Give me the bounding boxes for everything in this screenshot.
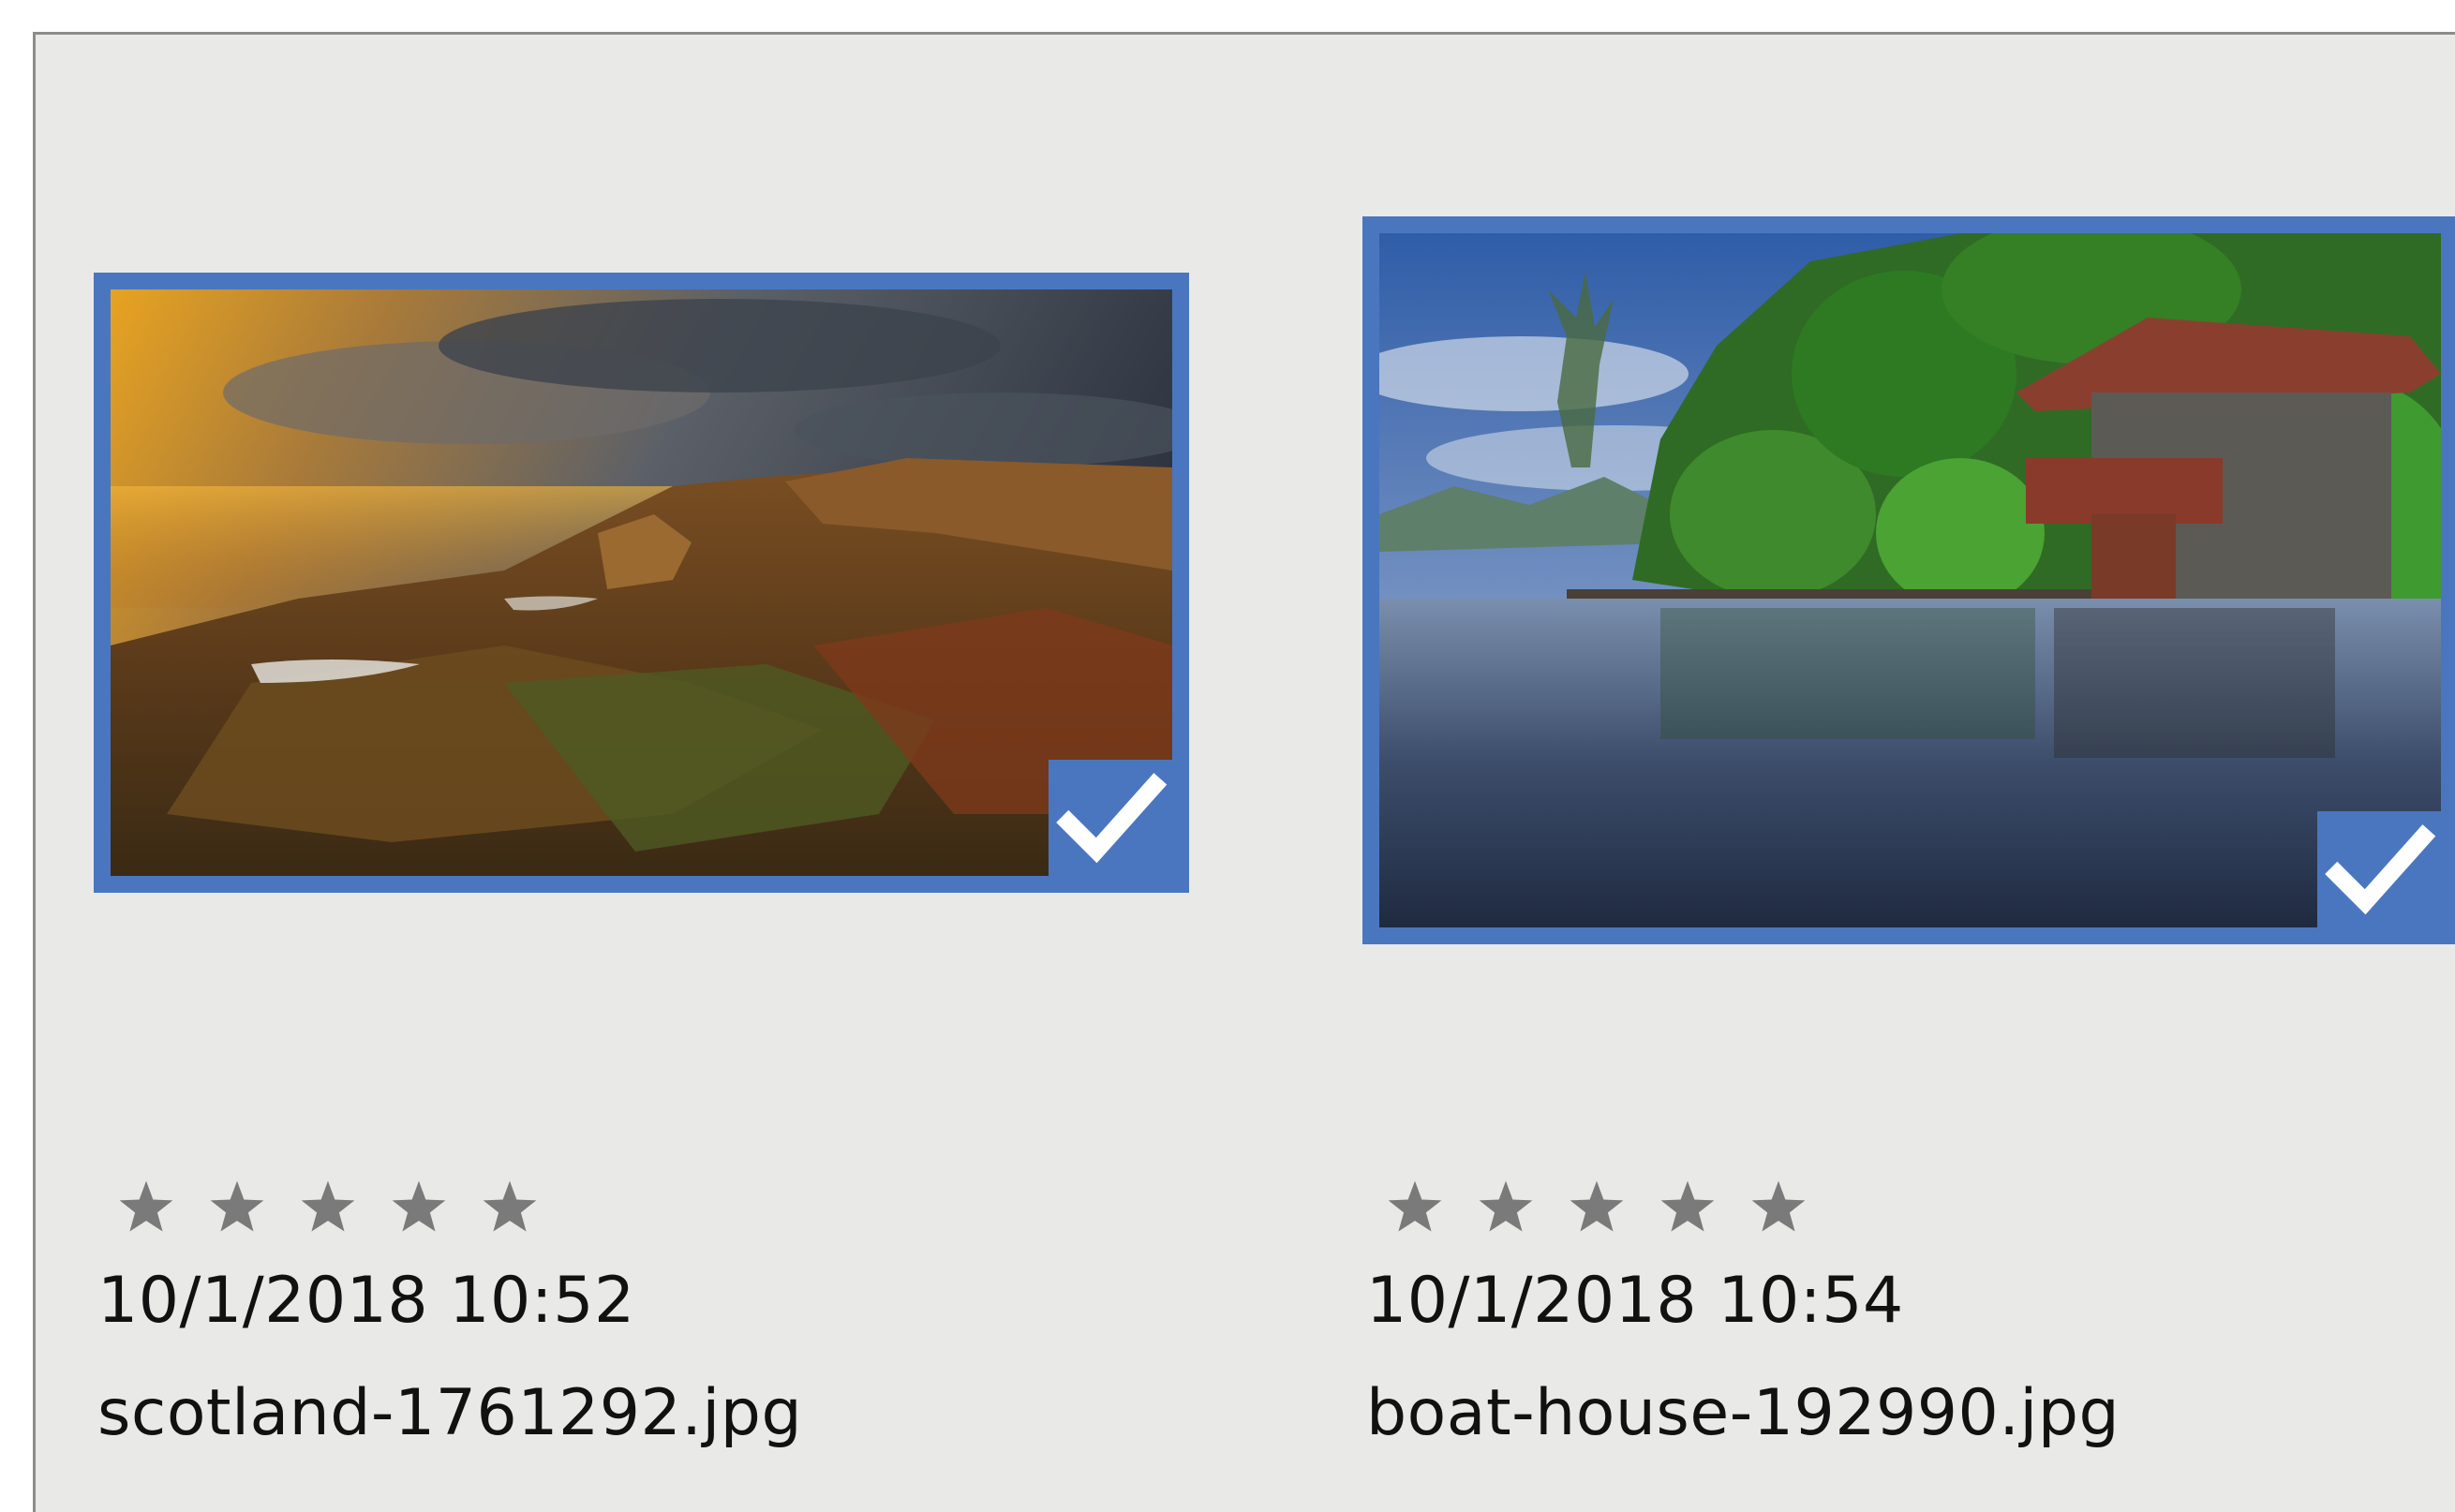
star-icon[interactable] — [114, 1176, 178, 1239]
boat-house-image — [1379, 233, 2441, 927]
star-icon[interactable] — [478, 1176, 542, 1239]
selected-check-badge[interactable] — [1049, 760, 1172, 876]
photo-filename: scotland-1761292.jpg — [97, 1376, 803, 1450]
photo-date: 10/1/2018 10:54 — [1366, 1264, 1904, 1338]
star-icon[interactable] — [1565, 1176, 1629, 1239]
selected-check-badge[interactable] — [2317, 811, 2441, 927]
photo-thumbnail-boat-house[interactable] — [1362, 216, 2455, 944]
star-icon[interactable] — [1656, 1176, 1719, 1239]
photo-filename: boat-house-192990.jpg — [1366, 1376, 2120, 1450]
star-icon[interactable] — [1474, 1176, 1538, 1239]
star-icon[interactable] — [205, 1176, 269, 1239]
checkmark-icon — [1056, 773, 1168, 864]
photo-thumbnail-scotland[interactable] — [94, 273, 1189, 893]
photo-date: 10/1/2018 10:52 — [97, 1264, 635, 1338]
rating-stars[interactable] — [1383, 1176, 1810, 1239]
checkmark-icon — [2325, 824, 2436, 915]
star-icon[interactable] — [387, 1176, 451, 1239]
photo-browser-panel: 10/1/2018 10:52 scotland-1761292.jpg 10/… — [33, 32, 2455, 1512]
star-icon[interactable] — [1747, 1176, 1810, 1239]
mountain-landscape-image — [111, 289, 1172, 876]
star-icon[interactable] — [1383, 1176, 1447, 1239]
star-icon[interactable] — [296, 1176, 360, 1239]
rating-stars[interactable] — [114, 1176, 542, 1239]
